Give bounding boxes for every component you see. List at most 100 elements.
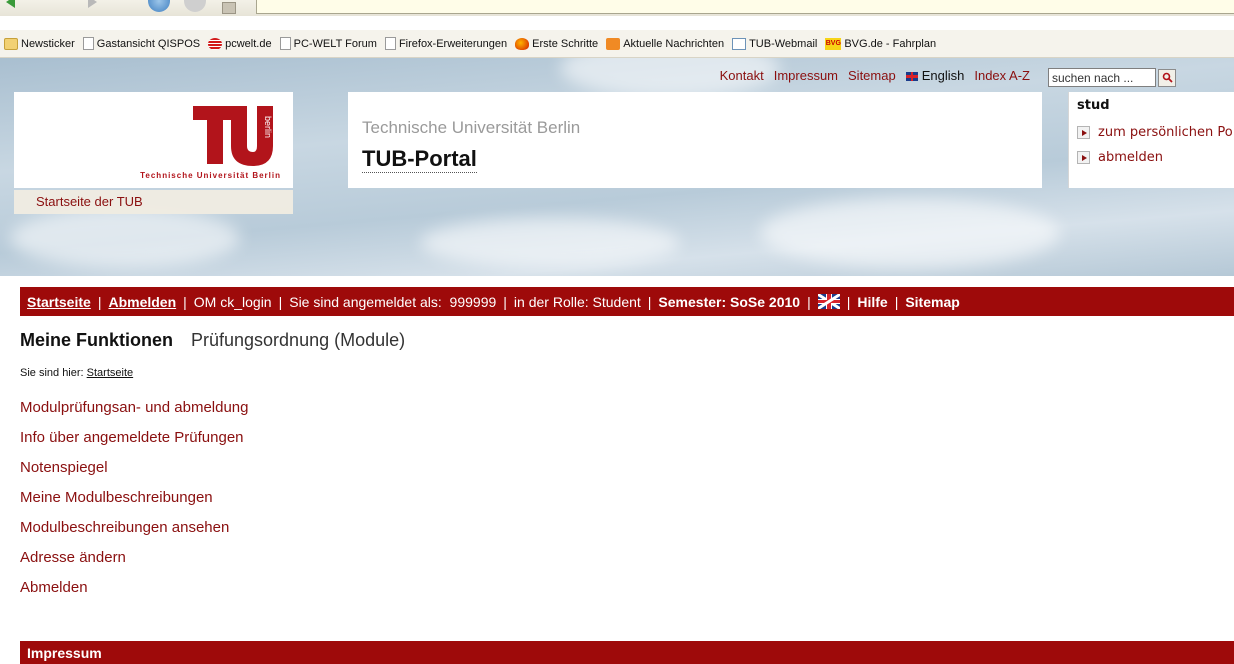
sitemap-link[interactable]: Sitemap — [848, 68, 896, 83]
tu-logo[interactable]: berlin Technische Universität Berlin — [14, 92, 293, 188]
stop-icon[interactable] — [184, 0, 206, 12]
bookmark-label: BVG.de - Fahrplan — [844, 37, 937, 50]
separator: | — [183, 293, 187, 310]
rss-icon — [606, 37, 621, 50]
firefox-icon — [515, 37, 530, 50]
english-link[interactable]: English — [905, 67, 965, 83]
bookmark-label: Firefox-Erweiterungen — [398, 37, 508, 50]
bookmark-label: TUB-Webmail — [749, 37, 818, 50]
page-icon — [279, 37, 291, 50]
bookmark-firefox-erweiterungen[interactable]: Firefox-Erweiterungen — [384, 37, 508, 50]
separator: | — [647, 293, 652, 310]
search-input[interactable] — [1048, 68, 1156, 87]
function-adresse-aendern[interactable]: Adresse ändern — [20, 548, 249, 578]
personal-portal-label: zum persönlichen Po — [1098, 125, 1233, 140]
footer-bar: Impressum — [20, 641, 1234, 664]
nav-startseite[interactable]: Startseite — [27, 294, 91, 310]
university-name: Technische Universität Berlin — [362, 118, 581, 137]
separator: | — [846, 293, 851, 310]
function-list: Modulprüfungsan- und abmeldung Info über… — [20, 398, 249, 608]
search-button[interactable] — [1158, 68, 1176, 87]
separator: | — [503, 293, 507, 310]
logout-link[interactable]: abmelden — [1077, 150, 1234, 165]
function-modulbeschreibungen-ansehen[interactable]: Modulbeschreibungen ansehen — [20, 518, 249, 548]
search-box — [1048, 68, 1176, 87]
bookmark-erste-schritte[interactable]: Erste Schritte — [515, 37, 599, 50]
browser-toolbar — [0, 0, 1234, 16]
bookmark-label: Newsticker — [21, 37, 75, 50]
english-label: English — [921, 67, 965, 83]
page-icon — [384, 37, 396, 50]
bookmark-label: Erste Schritte — [532, 37, 599, 50]
startseite-tub-link[interactable]: Startseite der TUB — [14, 190, 293, 214]
tab-meine-funktionen[interactable]: Meine Funktionen — [20, 330, 173, 351]
bookmark-label: PC-WELT Forum — [293, 37, 377, 50]
cloud-decoration — [10, 208, 240, 268]
tu-berlin-logo-icon: berlin — [193, 106, 273, 166]
svg-text:berlin: berlin — [263, 116, 273, 138]
arrow-right-icon — [1077, 126, 1090, 139]
tab-pruefungsordnung[interactable]: Prüfungsordnung (Module) — [191, 330, 405, 351]
home-icon[interactable] — [222, 2, 236, 14]
cloud-decoration — [420, 218, 680, 268]
role-text: in der Rolle: Student — [513, 293, 641, 310]
forward-icon[interactable] — [88, 0, 97, 8]
function-meine-modulbeschreibungen[interactable]: Meine Modulbeschreibungen — [20, 488, 249, 518]
title-box: Technische Universität Berlin TUB-Portal — [348, 92, 1042, 188]
personal-portal-link[interactable]: zum persönlichen Po — [1077, 125, 1234, 140]
arrow-right-icon — [1077, 151, 1090, 164]
user-panel: stud zum persönlichen Po abmelden — [1068, 92, 1234, 188]
top-links: Kontakt Impressum Sitemap English Index … — [348, 58, 1042, 92]
nav-om-login: OM ck_login — [193, 293, 272, 310]
bookmark-pcwelt-forum[interactable]: PC-WELT Forum — [279, 37, 377, 50]
semester-text: Semester: SoSe 2010 — [658, 293, 801, 310]
bookmark-label: pcwelt.de — [225, 37, 272, 50]
index-az-link[interactable]: Index A-Z — [974, 68, 1030, 83]
mail-icon — [732, 37, 747, 50]
kontakt-link[interactable]: Kontakt — [720, 68, 764, 83]
breadcrumb: Sie sind hier: Startseite — [20, 367, 133, 379]
separator: | — [807, 293, 811, 310]
bookmark-bvg[interactable]: BVG BVG.de - Fahrplan — [825, 37, 937, 50]
function-notenspiegel[interactable]: Notenspiegel — [20, 458, 249, 488]
breadcrumb-startseite-link[interactable]: Startseite — [87, 367, 133, 379]
breadcrumb-prefix: Sie sind hier: — [20, 367, 87, 379]
back-icon[interactable] — [6, 0, 15, 8]
bookmark-pcwelt[interactable]: pcwelt.de — [208, 37, 272, 50]
tub-link[interactable]: TUB — [117, 194, 143, 209]
cloud-decoration — [760, 198, 1060, 268]
bookmark-newsticker[interactable]: Newsticker — [4, 37, 75, 50]
bookmarks-toolbar: Newsticker Gastansicht QISPOS pcwelt.de … — [0, 30, 1234, 58]
page-icon — [82, 37, 94, 50]
search-icon — [1162, 72, 1173, 83]
nav-sitemap[interactable]: Sitemap — [905, 294, 959, 310]
bookmark-gastansicht-qispos[interactable]: Gastansicht QISPOS — [82, 37, 200, 50]
separator: | — [97, 293, 102, 310]
separator: | — [278, 293, 283, 310]
bookmark-tub-webmail[interactable]: TUB-Webmail — [732, 37, 818, 50]
logged-in-as: Sie sind angemeldet als: 999999 — [289, 293, 497, 310]
impressum-link[interactable]: Impressum — [774, 68, 838, 83]
function-modulpruefungsanmeldung[interactable]: Modulprüfungsan- und abmeldung — [20, 398, 249, 428]
address-bar[interactable] — [256, 0, 1234, 14]
pcwelt-icon — [208, 37, 223, 50]
content-tabs: Meine Funktionen Prüfungsordnung (Module… — [20, 330, 405, 351]
folder-icon — [4, 37, 18, 50]
separator: | — [894, 293, 899, 310]
bookmark-label: Aktuelle Nachrichten — [623, 37, 725, 50]
user-name: stud — [1077, 98, 1110, 113]
startseite-prefix: Startseite der — [36, 194, 117, 209]
uk-flag-icon — [905, 71, 918, 81]
footer-impressum-link[interactable]: Impressum — [27, 645, 102, 661]
nav-hilfe[interactable]: Hilfe — [857, 294, 887, 310]
page-title: TUB-Portal — [362, 146, 477, 173]
reload-icon[interactable] — [148, 0, 170, 12]
bvg-icon: BVG — [825, 37, 842, 50]
bookmark-aktuelle-nachrichten[interactable]: Aktuelle Nachrichten — [606, 37, 725, 50]
nav-abmelden[interactable]: Abmelden — [108, 294, 176, 310]
function-abmelden[interactable]: Abmelden — [20, 578, 249, 608]
main-navbar: Startseite | Abmelden | OM ck_login | Si… — [20, 287, 1234, 316]
uk-flag-icon[interactable] — [817, 294, 840, 309]
function-info-angemeldete-pruefungen[interactable]: Info über angemeldete Prüfungen — [20, 428, 249, 458]
logo-caption: Technische Universität Berlin — [140, 171, 281, 180]
